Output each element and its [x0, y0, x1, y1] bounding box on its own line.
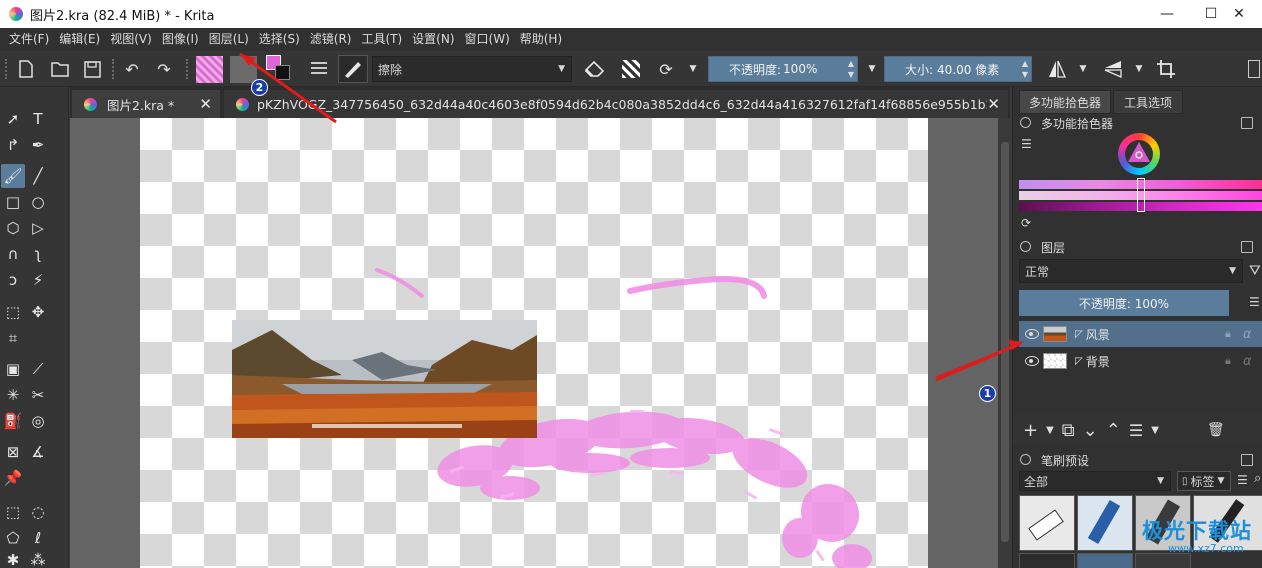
callout-badge: 2 [251, 79, 268, 96]
annotation-overlay [239, 52, 1024, 380]
watermark-url: www.xz7.com [1168, 542, 1244, 555]
watermark-logo-text: 极光下载站 [1142, 519, 1252, 543]
callout-badge: 1 [979, 385, 996, 402]
